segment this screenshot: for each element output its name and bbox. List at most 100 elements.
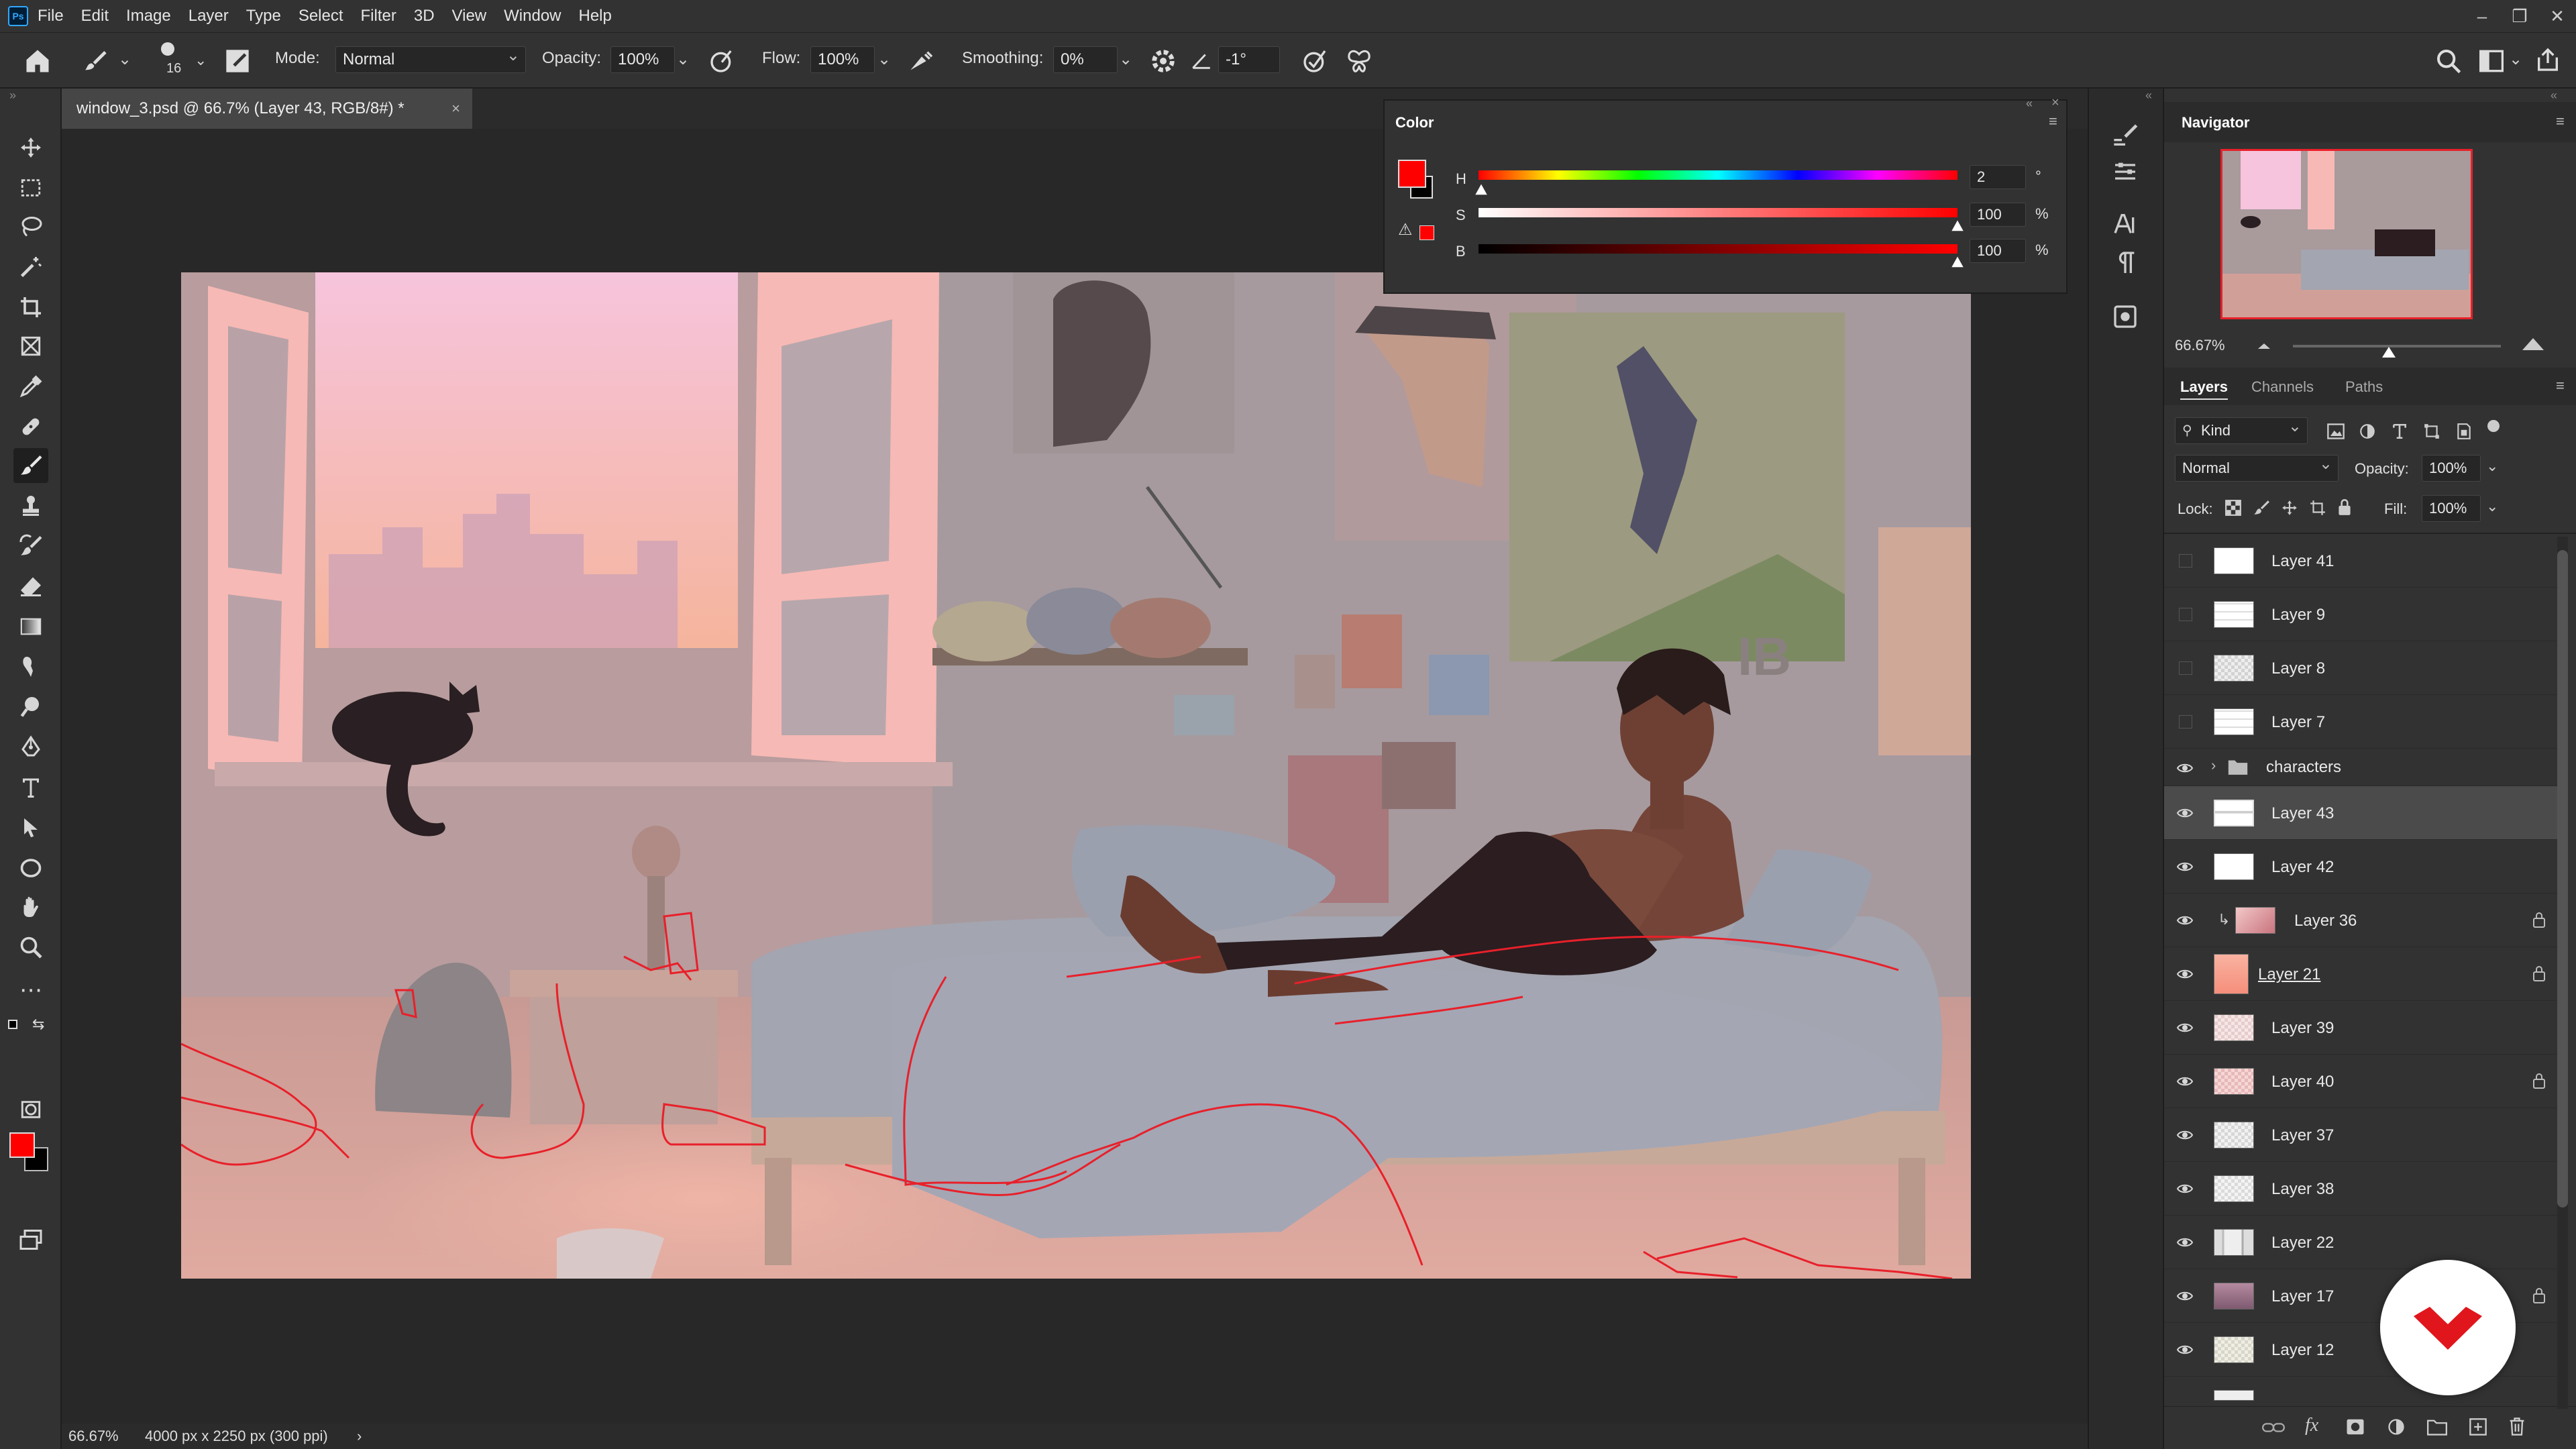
out-of-gamut-warning-icon[interactable]: ⚠ (1398, 220, 1413, 239)
eye-icon[interactable] (2176, 1019, 2194, 1036)
tab-layers[interactable]: Layers (2180, 378, 2228, 400)
navigator-menu-icon[interactable]: ≡ (2556, 113, 2565, 130)
smoothing-input[interactable]: 0% (1053, 46, 1118, 73)
close-tab-icon[interactable]: × (451, 89, 460, 129)
new-adjustment-layer-icon[interactable] (2387, 1417, 2406, 1436)
hue-input[interactable]: 2 (1970, 165, 2026, 189)
lock-all-icon[interactable] (2336, 498, 2353, 517)
layer-name[interactable]: Layer 12 (2271, 1341, 2334, 1360)
tab-channels[interactable]: Channels (2251, 378, 2314, 396)
strip-collapse-icon[interactable]: « (2145, 89, 2152, 103)
tab-paths[interactable]: Paths (2345, 378, 2383, 396)
layer-opacity-dropdown-icon[interactable]: ⌄ (2486, 459, 2498, 474)
type-tool-icon[interactable] (13, 770, 48, 805)
layer-row[interactable]: Layer 9 (2164, 588, 2564, 641)
history-brush-tool-icon[interactable] (13, 529, 48, 564)
menu-view[interactable]: View (452, 7, 487, 25)
lasso-tool-icon[interactable] (13, 209, 48, 244)
lock-artboard-icon[interactable] (2309, 499, 2326, 517)
saturation-slider-thumb[interactable] (1950, 219, 1965, 232)
eye-icon[interactable] (2176, 1073, 2194, 1090)
eye-icon[interactable] (2176, 759, 2194, 777)
pressure-opacity-icon[interactable] (708, 48, 735, 74)
restore-icon[interactable]: ❐ (2501, 0, 2538, 32)
path-selection-tool-icon[interactable] (13, 810, 48, 845)
zoom-tool-icon[interactable] (13, 930, 48, 965)
document-tab[interactable]: window_3.psd @ 66.7% (Layer 43, RGB/8#) … (62, 89, 472, 129)
navigator-zoom-value[interactable]: 66.67% (2175, 337, 2225, 354)
home-icon[interactable] (23, 46, 52, 76)
lock-position-icon[interactable] (2281, 499, 2298, 517)
libraries-panel-icon[interactable] (2112, 303, 2139, 330)
layer-name[interactable]: Layer 17 (2271, 1287, 2334, 1306)
delete-layer-trash-icon[interactable] (2508, 1416, 2526, 1436)
frame-tool-icon[interactable] (13, 329, 48, 364)
add-mask-icon[interactable] (2345, 1417, 2365, 1436)
color-panel-close-icon[interactable]: × (2051, 95, 2059, 111)
layer-fill-dropdown-icon[interactable]: ⌄ (2486, 499, 2498, 514)
navigator-zoom-in-icon[interactable] (2520, 334, 2546, 353)
layer-row-selected[interactable]: Layer 43 (2164, 786, 2564, 840)
layer-name[interactable]: Layer 36 (2294, 912, 2357, 930)
navigator-zoom-out-icon[interactable] (2255, 338, 2273, 352)
new-layer-icon[interactable] (2469, 1417, 2487, 1436)
eye-icon[interactable] (2176, 912, 2194, 929)
brush-settings-panel-icon[interactable] (2112, 122, 2139, 149)
layer-visibility-off[interactable] (2179, 661, 2192, 675)
layer-visibility-off[interactable] (2179, 715, 2192, 729)
smudge-tool-icon[interactable] (13, 649, 48, 684)
search-icon[interactable] (2435, 48, 2462, 74)
eye-icon[interactable] (2176, 1287, 2194, 1305)
layer-name[interactable]: Layer 21 (2258, 965, 2320, 984)
color-panel-menu-icon[interactable]: ≡ (2049, 113, 2057, 130)
layers-scrollbar-thumb[interactable] (2557, 550, 2568, 1208)
link-layers-icon[interactable] (2262, 1420, 2285, 1435)
workspace-icon[interactable] (2478, 49, 2505, 73)
smoothing-settings-gear-icon[interactable] (1150, 48, 1177, 74)
menu-help[interactable]: Help (579, 7, 612, 25)
menu-image[interactable]: Image (126, 7, 171, 25)
layer-name[interactable]: Layer 37 (2271, 1126, 2334, 1145)
group-expand-chevron-icon[interactable]: › (2211, 757, 2216, 774)
layer-fill-input[interactable]: 100% (2422, 495, 2481, 522)
layer-row[interactable]: Layer 40 (2164, 1055, 2564, 1108)
status-zoom[interactable]: 66.67% (68, 1424, 119, 1449)
menu-edit[interactable]: Edit (81, 7, 109, 25)
airbrush-icon[interactable] (907, 48, 936, 74)
layer-row[interactable]: Layer 42 (2164, 840, 2564, 894)
new-group-icon[interactable] (2427, 1417, 2447, 1436)
healing-brush-tool-icon[interactable] (13, 409, 48, 444)
layer-name[interactable]: Layer 38 (2271, 1180, 2334, 1199)
adjustments-panel-icon[interactable] (2112, 158, 2139, 185)
brightness-slider-thumb[interactable] (1950, 255, 1965, 268)
layer-name[interactable]: Layer 43 (2271, 804, 2334, 823)
layer-name[interactable]: Layer 40 (2271, 1073, 2334, 1091)
crop-tool-icon[interactable] (13, 290, 48, 325)
layer-name[interactable]: Layer 42 (2271, 858, 2334, 877)
layer-name[interactable]: Layer 9 (2271, 606, 2325, 625)
photoshop-logo-icon[interactable]: Ps (8, 6, 28, 26)
layer-row[interactable]: Layer 38 (2164, 1162, 2564, 1216)
eye-icon[interactable] (2176, 1126, 2194, 1144)
eye-icon[interactable] (2176, 858, 2194, 875)
brightness-input[interactable]: 100 (1970, 239, 2026, 263)
layer-name[interactable]: Layer 7 (2271, 713, 2325, 732)
move-tool-icon[interactable] (13, 130, 48, 165)
pen-tool-icon[interactable] (13, 730, 48, 765)
layer-row[interactable]: ↳ Layer 36 (2164, 894, 2564, 947)
opacity-dropdown-icon[interactable]: ⌄ (676, 52, 690, 68)
group-name[interactable]: characters (2266, 758, 2341, 777)
layer-name[interactable]: Layer 8 (2271, 659, 2325, 678)
brush-tool-icon[interactable] (13, 448, 48, 483)
filter-smart-objects-icon[interactable] (2455, 423, 2473, 440)
character-panel-icon[interactable] (2112, 211, 2139, 237)
brush-settings-dropdown-icon[interactable]: ⌄ (195, 53, 207, 68)
more-tools-icon[interactable]: ⋯ (13, 973, 48, 1008)
color-panel-foreground-swatch[interactable] (1398, 160, 1426, 188)
dodge-tool-icon[interactable] (13, 690, 48, 724)
layer-name[interactable]: Layer 39 (2271, 1019, 2334, 1038)
layer-row[interactable]: Layer 39 (2164, 1001, 2564, 1055)
opacity-input[interactable]: 100% (610, 46, 675, 73)
eye-icon[interactable] (2176, 804, 2194, 822)
menu-select[interactable]: Select (299, 7, 343, 25)
